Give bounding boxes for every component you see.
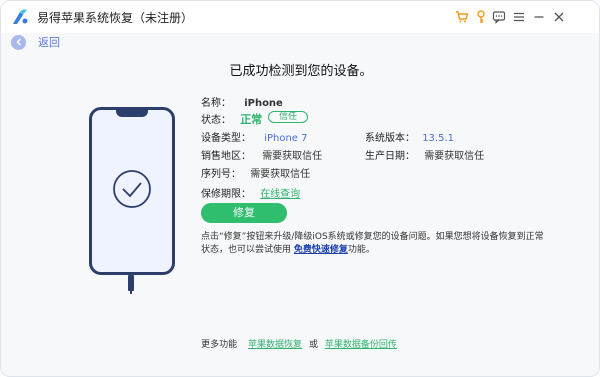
device-status-label: 状态： (201, 115, 231, 126)
warranty-query-link[interactable]: 在线查询 (260, 189, 300, 200)
system-version-label: 系统版本： (365, 133, 415, 144)
production-date-value: 需要获取信任 (424, 151, 485, 162)
device-status-row: 状态： 正常 (201, 111, 262, 127)
serial-row: 序列号： 需要获取信任 (201, 165, 310, 180)
device-type-label: 设备类型： (201, 133, 251, 144)
footer-prefix: 更多功能 (201, 340, 238, 350)
cart-icon[interactable] (454, 9, 470, 25)
menu-icon[interactable] (511, 9, 527, 25)
device-type-value: iPhone 7 (264, 133, 308, 144)
system-version-row: 系统版本： 13.5.1 (365, 129, 454, 144)
production-date-label: 生产日期： (365, 151, 415, 162)
serial-value: 需要获取信任 (250, 169, 311, 180)
phone-notch (116, 107, 148, 117)
repair-button[interactable]: 修复 (201, 203, 287, 223)
device-status-value: 正常 (240, 113, 263, 126)
footer-or: 或 (308, 340, 318, 350)
system-version-value: 13.5.1 (422, 133, 454, 144)
device-name-row: 名称： iPhone (201, 94, 283, 109)
sales-region-label: 销售地区： (201, 151, 251, 162)
device-name-label: 名称： (201, 98, 231, 109)
device-type-row: 设备类型： iPhone 7 (201, 129, 307, 144)
description-suffix: 功能。 (347, 245, 375, 255)
key-icon[interactable] (473, 9, 489, 25)
trust-badge[interactable]: 信任 (268, 111, 308, 123)
warranty-row: 保修期限： 在线查询 (201, 185, 300, 200)
back-arrow-icon (11, 34, 26, 50)
app-logo-icon (13, 9, 28, 24)
production-date-row: 生产日期： 需要获取信任 (365, 147, 484, 162)
minimize-icon[interactable] (531, 9, 547, 25)
warranty-label: 保修期限： (201, 189, 251, 200)
page-headline: 已成功检测到您的设备。 (229, 64, 373, 79)
feedback-icon[interactable] (491, 9, 507, 25)
footer: 更多功能 苹果数据恢复 或 苹果数据备份回传 (1, 337, 599, 350)
app-window: 易得苹果系统恢复（未注册） 返回 已成功检测到您的设备。 名称： iPhone … (0, 0, 600, 377)
iphone-backup-restore-link[interactable]: 苹果数据备份回传 (325, 340, 397, 350)
sales-region-row: 销售地区： 需要获取信任 (201, 147, 322, 162)
device-name-value: iPhone (244, 98, 283, 109)
phone-illustration (89, 107, 175, 275)
iphone-data-recovery-link[interactable]: 苹果数据恢复 (248, 340, 302, 350)
check-circle-icon (113, 170, 151, 208)
app-title: 易得苹果系统恢复（未注册） (37, 11, 194, 25)
phone-cable-tip (130, 289, 132, 294)
close-icon[interactable] (551, 9, 567, 25)
title-bar: 易得苹果系统恢复（未注册） (1, 1, 599, 33)
back-button[interactable]: 返回 (11, 33, 60, 51)
back-label: 返回 (38, 36, 60, 49)
repair-description: 点击“修复”按钮来升级/降级iOS系统或修复您的设备问题。如果您想将设备恢复到正… (201, 231, 546, 257)
free-quick-repair-link[interactable]: 免费快速修复 (294, 245, 348, 255)
serial-label: 序列号： (201, 169, 241, 180)
sales-region-value: 需要获取信任 (262, 151, 323, 162)
